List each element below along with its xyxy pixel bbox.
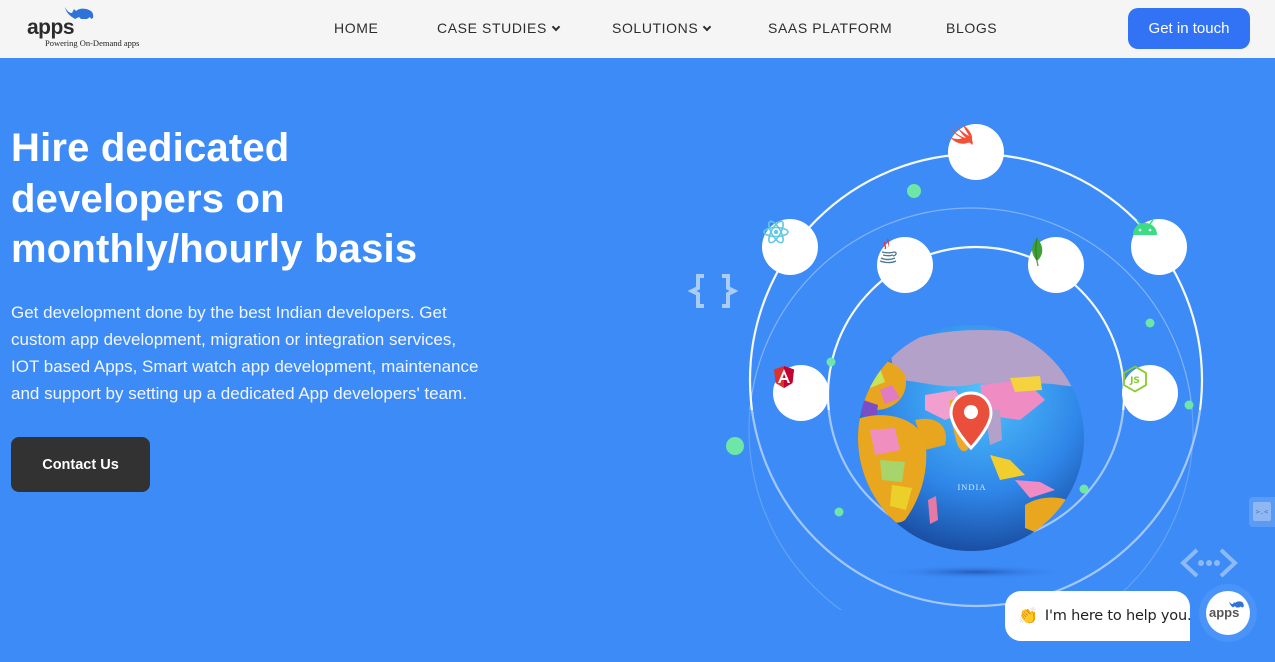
nav-saas-platform[interactable]: SAAS PLATFORM bbox=[768, 20, 892, 36]
contact-us-button[interactable]: Contact Us bbox=[11, 437, 150, 492]
hero-title-line: monthly/hourly basis bbox=[11, 227, 418, 271]
nav-blogs[interactable]: BLOGS bbox=[946, 20, 997, 36]
react-icon bbox=[762, 219, 818, 275]
nav-saas-platform-label: SAAS PLATFORM bbox=[768, 20, 893, 36]
clapping-hands-icon: 👏 bbox=[1018, 608, 1038, 625]
nav-blogs-label: BLOGS bbox=[946, 20, 998, 36]
hero-description-line: custom app development, migration or int… bbox=[11, 330, 457, 349]
hero-title-line: Hire dedicated bbox=[11, 126, 290, 170]
hero-description-line: Get development done by the best Indian … bbox=[11, 303, 447, 322]
nav-home[interactable]: HOME bbox=[334, 20, 378, 36]
curly-braces-icon bbox=[687, 274, 739, 308]
site-header: apps Powering On-Demand apps HOME CASE S… bbox=[0, 0, 1275, 58]
svg-text:JS: JS bbox=[1129, 376, 1140, 386]
nav-case-studies[interactable]: CASE STUDIES bbox=[437, 20, 561, 36]
chevron-down-icon bbox=[703, 22, 712, 31]
nav-case-studies-label: CASE STUDIES bbox=[437, 20, 547, 36]
hero-description-line: IOT based Apps, Smart watch app developm… bbox=[11, 357, 479, 376]
hero-description-line: and support by setting up a dedicated Ap… bbox=[11, 384, 467, 403]
nav-solutions[interactable]: SOLUTIONS bbox=[612, 20, 712, 36]
hero-title-line: developers on bbox=[11, 176, 285, 221]
hero-title: Hire dedicated developers on monthly/hou… bbox=[11, 123, 531, 275]
nodejs-icon: JS bbox=[1122, 365, 1178, 421]
nav-home-label: HOME bbox=[334, 20, 379, 36]
chat-avatar-word: apps bbox=[1209, 605, 1240, 620]
chat-greeting-bubble[interactable]: 👏 I'm here to help you. bbox=[1005, 591, 1192, 641]
chat-message: I'm here to help you. bbox=[1044, 608, 1192, 624]
logo-tagline: Powering On-Demand apps bbox=[45, 38, 140, 48]
android-icon bbox=[1131, 219, 1187, 275]
globe-shadow bbox=[880, 565, 1070, 579]
angular-icon bbox=[773, 365, 829, 421]
mongodb-icon bbox=[1028, 237, 1084, 293]
nav-solutions-label: SOLUTIONS bbox=[612, 20, 699, 36]
side-feedback-tab[interactable]: >.< bbox=[1249, 497, 1275, 527]
logo[interactable]: apps Powering On-Demand apps bbox=[27, 4, 140, 50]
hero-illustration: INDIA JS bbox=[680, 110, 1275, 610]
swift-icon bbox=[948, 124, 1004, 180]
java-icon bbox=[877, 237, 933, 293]
orbit-graphic: INDIA bbox=[680, 152, 1275, 610]
globe-label: INDIA bbox=[957, 482, 986, 492]
get-in-touch-button[interactable]: Get in touch bbox=[1128, 8, 1250, 49]
side-tab-icon: >.< bbox=[1253, 502, 1271, 521]
chevron-down-icon bbox=[551, 22, 561, 31]
chat-launcher-button[interactable]: apps bbox=[1206, 591, 1250, 635]
hero-description: Get development done by the best Indian … bbox=[11, 299, 531, 407]
logo-word: apps bbox=[27, 16, 75, 39]
